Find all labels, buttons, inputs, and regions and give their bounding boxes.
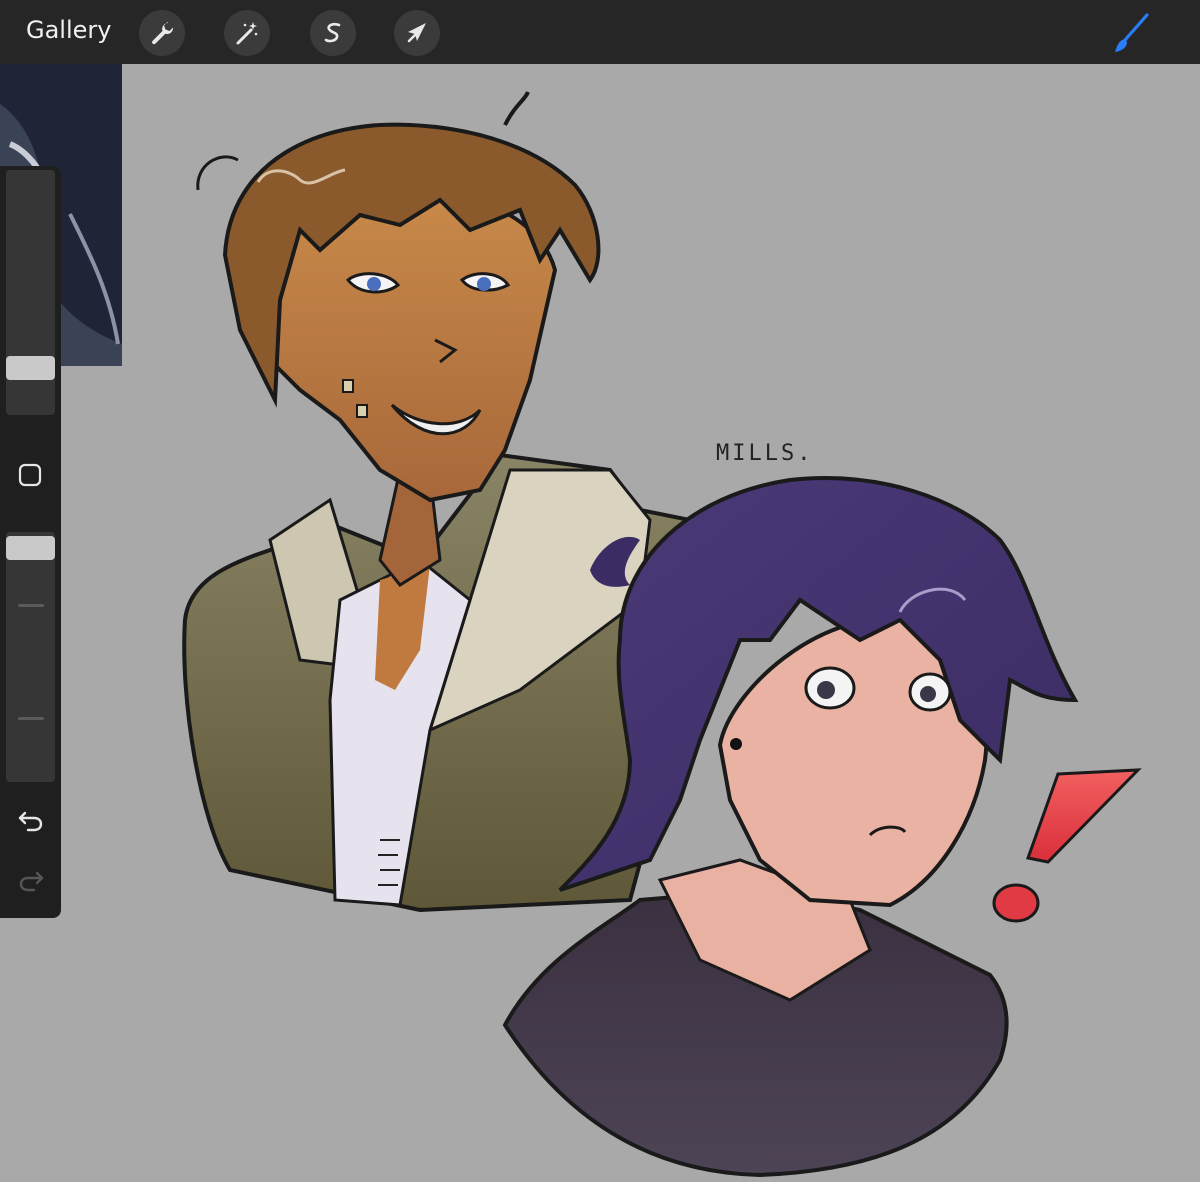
- left-sidebar: [0, 166, 61, 918]
- adjustments-button[interactable]: [224, 10, 270, 56]
- exclamation-mark: [992, 768, 1142, 923]
- magic-wand-icon: [236, 22, 258, 45]
- gallery-button[interactable]: Gallery: [26, 16, 111, 44]
- brush-button[interactable]: [1108, 10, 1156, 56]
- character-left: [182, 91, 703, 913]
- brush-size-knob[interactable]: [6, 356, 55, 380]
- opacity-knob[interactable]: [6, 536, 55, 560]
- slider-tick: [18, 717, 44, 720]
- annotation-text: MILLS.: [716, 441, 813, 466]
- slider-tick: [18, 604, 44, 607]
- undo-button[interactable]: [15, 806, 47, 834]
- square-modify-icon: [18, 463, 42, 487]
- redo-arrow-icon: [19, 871, 44, 892]
- brush-size-slider[interactable]: [6, 170, 55, 415]
- selection-button[interactable]: [310, 10, 356, 56]
- transform-button[interactable]: [394, 10, 440, 56]
- arrow-cursor-icon: [407, 23, 426, 43]
- opacity-slider[interactable]: [6, 532, 55, 782]
- actions-button[interactable]: [139, 10, 185, 56]
- drawing-canvas[interactable]: MILLS.: [0, 64, 1200, 1182]
- modify-button[interactable]: [17, 462, 43, 488]
- wrench-icon: [152, 22, 174, 45]
- redo-button[interactable]: [15, 866, 47, 894]
- selection-s-icon: [324, 22, 341, 43]
- undo-arrow-icon: [18, 811, 43, 832]
- top-toolbar: Gallery: [0, 0, 1200, 64]
- brush-icon: [1115, 13, 1149, 52]
